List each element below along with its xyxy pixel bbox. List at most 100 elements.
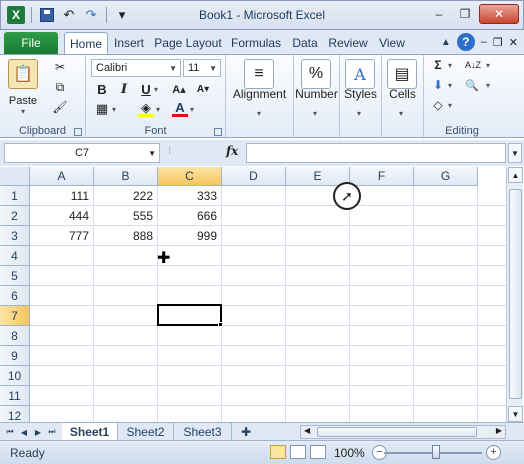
find-icon[interactable]: 🔍	[464, 77, 480, 93]
tab-file[interactable]: File	[4, 32, 58, 54]
cell-c3[interactable]: 999	[158, 226, 222, 246]
grow-font-button[interactable]: A▴	[168, 81, 190, 97]
row-header-10[interactable]: 10	[0, 366, 30, 386]
scroll-left-icon[interactable]: ◀	[304, 426, 310, 435]
italic-button[interactable]: I	[116, 81, 132, 97]
row-header-1[interactable]: 1	[0, 186, 30, 206]
autosum-dropdown-icon[interactable]: ▾	[448, 61, 452, 70]
row-header-6[interactable]: 6	[0, 286, 30, 306]
page-break-view-icon[interactable]	[310, 445, 326, 459]
row-header-4[interactable]: 4	[0, 246, 30, 266]
rotate-handle-icon[interactable]: ➚	[333, 182, 361, 210]
fill-handle[interactable]	[218, 322, 223, 327]
number-button[interactable]: %	[301, 59, 331, 89]
clipboard-launcher-icon[interactable]	[74, 128, 82, 136]
tab-data[interactable]: Data	[288, 32, 322, 54]
formula-input[interactable]	[246, 143, 506, 163]
styles-dropdown-icon[interactable]: ▾	[357, 109, 361, 118]
tab-insert[interactable]: Insert	[110, 32, 148, 54]
last-sheet-icon[interactable]: ⏭	[46, 425, 58, 439]
borders-icon[interactable]: ▦	[94, 101, 110, 117]
format-painter-icon[interactable]: 🖌	[52, 99, 68, 115]
underline-dropdown-icon[interactable]: ▾	[154, 85, 158, 94]
doc-restore-icon[interactable]: ❐	[493, 36, 503, 49]
row-header-3[interactable]: 3	[0, 226, 30, 246]
active-cell-c7[interactable]	[157, 304, 222, 326]
sort-filter-icon[interactable]: A↓Z	[462, 57, 484, 73]
bold-button[interactable]: B	[94, 81, 110, 97]
normal-view-icon[interactable]	[270, 445, 286, 459]
find-dropdown-icon[interactable]: ▾	[486, 81, 490, 90]
zoom-level[interactable]: 100%	[334, 446, 365, 460]
close-button[interactable]: ✕	[479, 4, 519, 24]
fill-icon[interactable]: ⬇	[430, 77, 446, 93]
cells-dropdown-icon[interactable]: ▾	[399, 109, 403, 118]
scroll-down-icon[interactable]: ▼	[508, 406, 523, 422]
font-name-combo[interactable]: Calibri ▼	[91, 59, 181, 77]
select-all-corner[interactable]	[0, 167, 30, 186]
insert-sheet-icon[interactable]: ✚	[232, 423, 260, 440]
prev-sheet-icon[interactable]: ◀	[18, 425, 30, 439]
minimize-button[interactable]: ‒	[427, 4, 451, 24]
paste-dropdown-icon[interactable]: ▾	[21, 107, 25, 116]
column-header-a[interactable]: A	[30, 167, 94, 186]
row-header-5[interactable]: 5	[0, 266, 30, 286]
row-header-2[interactable]: 2	[0, 206, 30, 226]
cell-b1[interactable]: 222	[94, 186, 158, 206]
formula-bar-resize-icon[interactable]: ⁝	[168, 146, 171, 157]
cell-b2[interactable]: 555	[94, 206, 158, 226]
first-sheet-icon[interactable]: ⏮	[4, 425, 16, 439]
copy-icon[interactable]: ⧉	[52, 79, 68, 95]
fill-dropdown-icon[interactable]: ▾	[156, 105, 160, 114]
cell-a2[interactable]: 444	[30, 206, 94, 226]
scroll-right-icon[interactable]: ▶	[496, 426, 502, 435]
tab-page-layout[interactable]: Page Layout	[152, 32, 224, 54]
alignment-dropdown-icon[interactable]: ▾	[257, 109, 261, 118]
autosum-icon[interactable]: Σ	[430, 57, 446, 73]
tab-view[interactable]: View	[374, 32, 410, 54]
tab-review[interactable]: Review	[326, 32, 370, 54]
sheet-tab-3[interactable]: Sheet3	[174, 423, 232, 440]
cell-b3[interactable]: 888	[94, 226, 158, 246]
clear-icon[interactable]: ◇	[430, 97, 446, 113]
zoom-slider-thumb[interactable]	[432, 445, 440, 459]
alignment-button[interactable]: ≡	[244, 59, 274, 89]
font-size-combo[interactable]: 11 ▼	[183, 59, 221, 77]
horizontal-scroll-thumb[interactable]	[317, 427, 477, 437]
scroll-up-icon[interactable]: ▲	[508, 167, 523, 183]
styles-button[interactable]: A	[345, 59, 375, 89]
help-icon[interactable]: ?	[456, 33, 475, 51]
chevron-down-icon[interactable]: ▼	[148, 149, 156, 158]
cut-icon[interactable]: ✂	[52, 59, 68, 75]
row-header-8[interactable]: 8	[0, 326, 30, 346]
minimize-ribbon-icon[interactable]: ▲	[441, 37, 451, 48]
font-launcher-icon[interactable]	[214, 128, 222, 136]
font-color-dropdown-icon[interactable]: ▾	[190, 105, 194, 114]
insert-function-icon[interactable]: fx	[226, 144, 238, 158]
number-group[interactable]: % Number ▾	[294, 55, 340, 139]
doc-minimize-icon[interactable]: ‒	[481, 36, 487, 48]
column-header-f[interactable]: F	[350, 167, 414, 186]
row-header-12[interactable]: 12	[0, 406, 30, 422]
cell-c1[interactable]: 333	[158, 186, 222, 206]
row-header-7[interactable]: 7	[0, 306, 30, 326]
expand-formula-bar-icon[interactable]: ▼	[508, 143, 522, 163]
zoom-in-button[interactable]: +	[486, 445, 501, 460]
borders-dropdown-icon[interactable]: ▾	[112, 105, 116, 114]
number-dropdown-icon[interactable]: ▾	[313, 109, 317, 118]
row-header-11[interactable]: 11	[0, 386, 30, 406]
cells-group[interactable]: ▤ Cells ▾	[382, 55, 424, 139]
underline-button[interactable]: U	[138, 81, 154, 97]
cell-a3[interactable]: 777	[30, 226, 94, 246]
tab-formulas[interactable]: Formulas	[228, 32, 284, 54]
sheet-tab-1[interactable]: Sheet1	[62, 423, 118, 440]
cells-button[interactable]: ▤	[387, 59, 417, 89]
styles-group[interactable]: A Styles ▾	[340, 55, 382, 139]
cell-a1[interactable]: 111	[30, 186, 94, 206]
vertical-scroll-thumb[interactable]	[509, 189, 522, 399]
page-layout-view-icon[interactable]	[290, 445, 306, 459]
sort-dropdown-icon[interactable]: ▾	[486, 61, 490, 70]
column-header-g[interactable]: G	[414, 167, 478, 186]
column-header-b[interactable]: B	[94, 167, 158, 186]
horizontal-scrollbar[interactable]: ◀ ▶	[300, 425, 506, 439]
